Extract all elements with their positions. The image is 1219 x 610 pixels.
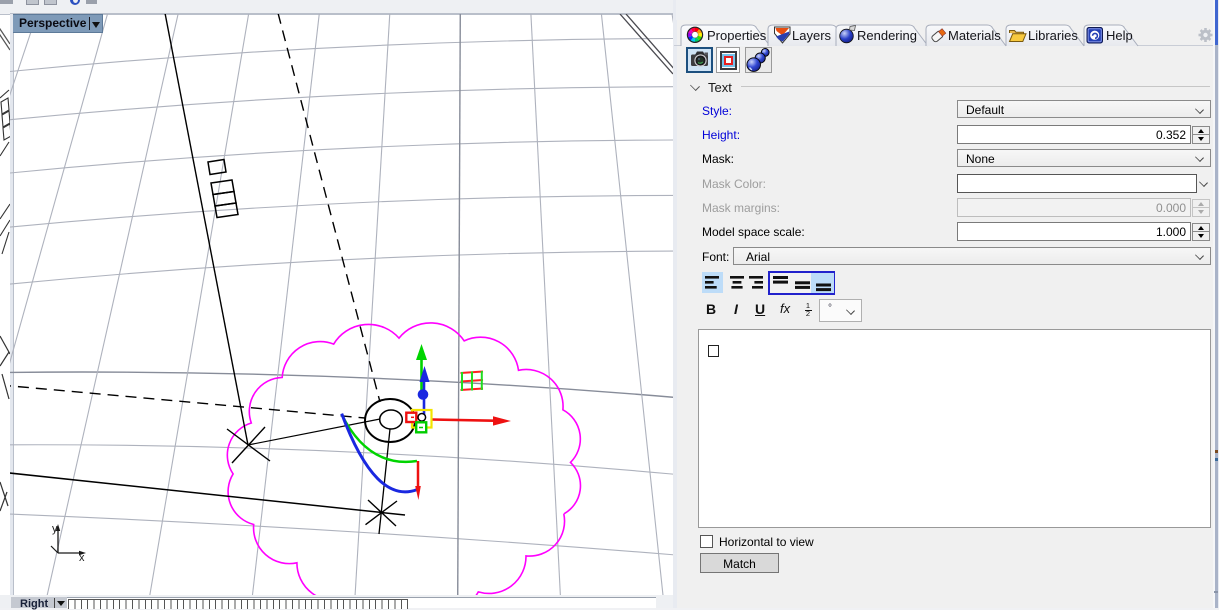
svg-text:y: y: [52, 523, 58, 535]
svg-text:x: x: [79, 552, 85, 564]
